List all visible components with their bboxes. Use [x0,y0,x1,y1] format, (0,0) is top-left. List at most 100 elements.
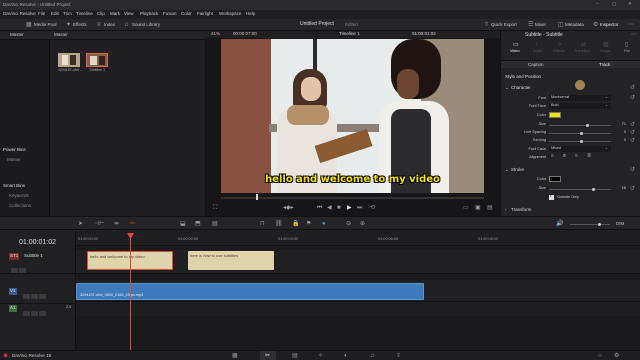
menu-item-fairlight[interactable]: Fairlight [197,11,213,17]
a1-mute-icon[interactable] [39,311,46,317]
volume-slider[interactable] [570,224,610,225]
size-value[interactable]: 71 [614,122,626,127]
metadata-button[interactable]: Metadata [565,22,584,28]
subtitle-clip-2[interactable]: here is how to use subtitles [188,251,274,270]
zoom-in-icon[interactable]: ⊕ [360,221,365,227]
v1-lock-icon[interactable] [23,294,30,300]
kerning-knob[interactable] [580,140,583,143]
tab-track[interactable]: Track [599,62,610,68]
more-icon[interactable]: ⋯ [628,22,634,28]
volume-icon[interactable]: 🔊 [556,221,563,227]
section-stroke[interactable]: Stroke [511,167,524,173]
stroke-size-slider[interactable] [549,189,611,190]
tab-video[interactable]: Video [510,49,520,54]
viewer-timeline-name[interactable]: Timeline 1 [339,31,360,37]
power-bins-item[interactable]: Master [7,157,21,163]
overwrite-icon[interactable]: ▣ [475,205,481,211]
page-deliver-icon[interactable]: ⇪ [396,353,401,359]
audio-tab-icon[interactable]: ♪ [535,42,538,48]
font-face-select[interactable]: Bold ⌄ [549,103,611,109]
sound-library-button[interactable]: Sound Library [132,22,160,28]
font-select[interactable]: Montserrat ⌄ [549,95,611,101]
reset-character-icon[interactable]: ↺ [630,85,635,91]
snapping-icon[interactable]: ⊓ [260,221,265,227]
tab-transition[interactable]: Transition [574,49,591,54]
close-icon[interactable]: ✕ [628,1,632,7]
tab-caption[interactable]: Caption [528,62,544,68]
page-fairlight-icon[interactable]: ♫ [370,353,375,359]
menu-item-trim[interactable]: Trim [63,11,72,17]
reset-kerning-icon[interactable]: ↺ [630,138,635,144]
align-center-icon[interactable]: ≡ [563,154,566,159]
file-tab-icon[interactable]: ▯ [625,42,628,48]
stroke-size-knob[interactable] [592,188,595,191]
replace-icon[interactable]: ▤ [487,205,493,211]
mixer-icon[interactable]: ☰ [528,22,533,28]
reset-stroke-size-icon[interactable]: ↺ [630,186,635,192]
align-justify-icon[interactable]: ≣ [587,154,591,159]
inspector-icon[interactable]: ⚙ [593,22,598,28]
video-clip[interactable]: 3294157-uhd_3840_2160_25fps.mp4 [76,283,424,300]
volume-knob[interactable] [598,223,601,226]
viewer-scrubber[interactable] [221,197,484,199]
st1-enable-icon[interactable] [19,268,26,274]
reset-font-icon[interactable]: ↺ [630,95,635,101]
quick-export-icon[interactable]: ⇧ [484,22,489,28]
selection-tool-icon[interactable]: ➤ [78,221,83,227]
line-spacing-value[interactable]: 0 [614,130,626,135]
viewer-playhead[interactable] [256,194,258,200]
loop-icon[interactable]: ⟲ [370,205,375,211]
blade-tool-icon[interactable]: ✂ [130,221,135,227]
font-case-select[interactable]: Mixed ⌄ [549,146,611,152]
step-back-icon[interactable]: ◀ [327,205,332,211]
page-edit-icon[interactable]: ▤ [292,353,298,359]
jog-icon[interactable]: ◂◆▸ [283,205,294,211]
transform-icon[interactable]: ⛶ [213,205,217,211]
linked-selection-icon[interactable]: ⛓ [275,221,283,227]
stop-icon[interactable]: ■ [337,205,341,211]
video-frame[interactable]: hello and welcome to my video [221,39,484,193]
size-slider-knob[interactable] [586,124,590,127]
section-stroke-chevron-icon[interactable]: ⌄ [505,167,509,173]
insert-clip-icon[interactable]: ⬓ [180,221,186,227]
menu-item-playback[interactable]: Playback [140,11,158,17]
effects-icon[interactable]: ✦ [66,22,71,28]
video-tab-icon[interactable]: ▭ [513,42,519,48]
page-media-icon[interactable]: ▦ [232,353,238,359]
effects-tab-icon[interactable]: ✧ [557,42,562,48]
menu-item-timeline[interactable]: Timeline [76,11,93,17]
menu-item-file[interactable]: File [38,11,45,17]
index-icon[interactable]: ≡ [97,22,101,28]
color-swatch[interactable] [549,112,561,118]
outside-only-checkbox[interactable]: ✓ [549,194,554,200]
line-spacing-knob[interactable] [580,132,583,135]
clip-thumbnail-timeline[interactable] [86,53,108,67]
play-icon[interactable]: ▶ [347,205,352,211]
smart-bins-keywords[interactable]: Keywords [9,193,29,199]
page-fusion-icon[interactable]: ✧ [318,353,323,359]
settings-icon[interactable]: ⚙ [614,353,619,359]
menu-item-clip[interactable]: Clip [97,11,105,17]
smart-bins-collections[interactable]: Collections [9,203,31,209]
tab-effects[interactable]: Effects [553,49,565,54]
align-right-icon[interactable]: ≡ [575,154,578,159]
marker-icon[interactable]: ● [322,221,326,227]
timeline-ruler[interactable]: 01:00:00:00 01:00:02:00 01:00:04:00 01:0… [76,230,640,246]
go-to-start-icon[interactable]: ⏮ [317,205,322,211]
quick-export-button[interactable]: Quick Export [491,22,517,28]
a1-solo-icon[interactable] [31,311,38,317]
st1-track-label[interactable]: ST1 [9,253,20,260]
menu-item-workspace[interactable]: Workspace [219,11,241,17]
section-character-chevron-icon[interactable]: ⌄ [505,85,509,91]
image-tab-icon[interactable]: ▧ [603,42,609,48]
position-lock-icon[interactable]: 🔒 [292,221,299,227]
timeline-timecode[interactable]: 01:00:01:02 [19,239,56,246]
tab-audio[interactable]: Audio [533,49,543,54]
section-transform-chevron-icon[interactable]: › [505,207,507,213]
section-character[interactable]: Character [511,85,531,91]
v1-track-label[interactable]: V1 [9,288,17,295]
menu-item-mark[interactable]: Mark [110,11,120,17]
st1-track-name[interactable]: Subtitle 1 [24,253,43,259]
overwrite-clip-icon[interactable]: ⬒ [195,221,201,227]
sound-library-icon[interactable]: ♫ [124,22,129,28]
